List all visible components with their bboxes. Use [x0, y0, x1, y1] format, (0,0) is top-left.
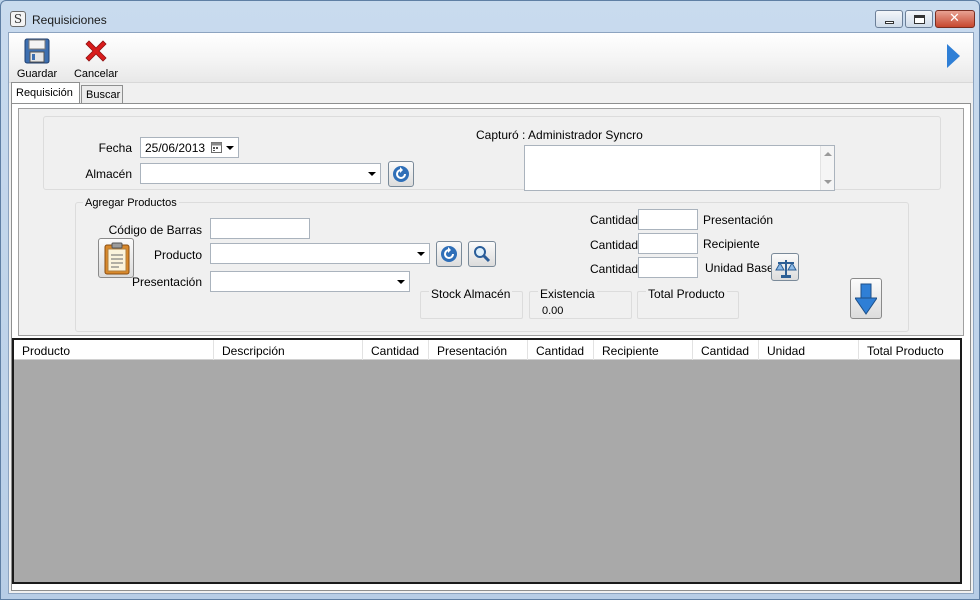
header-group: Fecha 25/06/2013 Almacén Capturó: Admin… [43, 116, 941, 191]
almacen-label: Almacén [85, 167, 132, 181]
existencia-value: 0.00 [542, 305, 564, 317]
cantidad-label-2: Cantidad [590, 238, 639, 252]
fecha-value: 25/06/2013 [145, 141, 206, 155]
add-to-grid-button[interactable] [850, 278, 882, 319]
existencia-label: Existencia [538, 287, 597, 301]
minimize-button[interactable] [875, 10, 903, 28]
stock-almacen-label: Stock Almacén [429, 287, 513, 301]
producto-dropdown[interactable] [210, 243, 430, 264]
column-header-unidad[interactable]: Unidad [759, 340, 859, 360]
scroll-down-icon [824, 180, 832, 184]
form-panel: Fecha 25/06/2013 Almacén Capturó: Admin… [18, 108, 964, 336]
grid-body-empty[interactable] [14, 361, 960, 582]
app-window: S Requisiciones ✕ Guardar Cancelar Requi… [0, 0, 980, 600]
arrow-down-icon [855, 283, 877, 315]
scroll-up-icon [824, 152, 832, 156]
cancel-label: Cancelar [73, 68, 119, 80]
column-header-cantidad-2[interactable]: Cantidad [528, 340, 594, 360]
grid-header: Producto Descripción Cantidad Presentaci… [14, 340, 960, 360]
minimize-icon [885, 21, 894, 24]
column-header-producto[interactable]: Producto [14, 340, 214, 360]
qty-recipiente-input[interactable] [638, 233, 698, 254]
stock-almacen-box: Stock Almacén [420, 287, 523, 319]
close-window-button[interactable]: ✕ [935, 10, 975, 28]
app-icon: S [10, 11, 26, 27]
unit-presentacion-label: Presentación [703, 213, 774, 227]
total-producto-label: Total Producto [646, 287, 727, 301]
notes-scrollbar[interactable] [820, 146, 834, 190]
refresh-producto-button[interactable] [436, 241, 462, 267]
red-x-icon [85, 40, 107, 62]
client-area: Guardar Cancelar Requisición Buscar Fech… [8, 32, 974, 594]
save-label: Guardar [16, 68, 58, 80]
save-button[interactable]: Guardar [14, 35, 60, 81]
add-products-legend: Agregar Productos [83, 197, 179, 209]
cantidad-label-3: Cantidad [590, 262, 639, 276]
chevron-down-icon [417, 252, 425, 256]
title-bar[interactable]: S Requisiciones ✕ [1, 1, 979, 33]
magnifier-icon [474, 246, 491, 263]
tab-page-requisicion: Fecha 25/06/2013 Almacén Capturó: Admin… [11, 103, 971, 591]
fecha-date-picker[interactable]: 25/06/2013 [140, 137, 239, 158]
add-products-group: Agregar Productos Código de Barras Produ… [75, 197, 909, 332]
unit-unidad-base-label: Unidad Base [705, 261, 774, 275]
window-title: Requisiciones [32, 13, 107, 27]
existencia-box: Existencia 0.00 [529, 287, 632, 319]
presentacion-label: Presentación [131, 275, 202, 289]
barcode-input[interactable] [210, 218, 310, 239]
column-header-cantidad[interactable]: Cantidad [363, 340, 429, 360]
maximize-icon [914, 15, 925, 24]
column-header-descripcion[interactable]: Descripción [214, 340, 363, 360]
notes-textarea[interactable] [524, 145, 835, 191]
tab-requisicion[interactable]: Requisición [11, 82, 80, 103]
column-header-presentacion[interactable]: Presentación [429, 340, 528, 360]
products-grid[interactable]: Producto Descripción Cantidad Presentaci… [12, 338, 962, 584]
qty-presentacion-input[interactable] [638, 209, 698, 230]
chevron-down-icon [397, 280, 405, 284]
maximize-button[interactable] [905, 10, 933, 28]
qty-unidad-base-input[interactable] [638, 257, 698, 278]
refresh-icon [441, 246, 457, 262]
cancel-button[interactable]: Cancelar [71, 35, 121, 81]
search-producto-button[interactable] [468, 241, 496, 267]
chevron-down-icon [226, 146, 234, 150]
almacen-dropdown[interactable] [140, 163, 381, 184]
calendar-icon [211, 142, 222, 153]
cantidad-label-1: Cantidad [590, 213, 639, 227]
refresh-icon [393, 166, 409, 182]
column-header-recipiente[interactable]: Recipiente [594, 340, 693, 360]
column-header-cantidad-3[interactable]: Cantidad [693, 340, 759, 360]
scale-icon [775, 260, 797, 278]
floppy-disk-icon [24, 38, 50, 64]
scale-button[interactable] [771, 253, 799, 281]
producto-label: Producto [153, 248, 202, 262]
presentacion-dropdown[interactable] [210, 271, 410, 292]
tab-buscar[interactable]: Buscar [81, 85, 123, 103]
refresh-almacen-button[interactable] [388, 161, 414, 187]
column-header-total-producto[interactable]: Total Producto [859, 340, 960, 360]
capturo-text: Capturó : Administrador Syncro [476, 128, 643, 142]
fecha-label: Fecha [98, 141, 132, 155]
next-arrow-icon[interactable] [947, 44, 960, 68]
total-producto-box: Total Producto [637, 287, 739, 319]
close-icon: ✕ [949, 11, 960, 26]
barcode-label: Código de Barras [108, 223, 202, 237]
chevron-down-icon [368, 172, 376, 176]
toolbar: Guardar Cancelar [9, 33, 973, 83]
unit-recipiente-label: Recipiente [703, 237, 760, 251]
